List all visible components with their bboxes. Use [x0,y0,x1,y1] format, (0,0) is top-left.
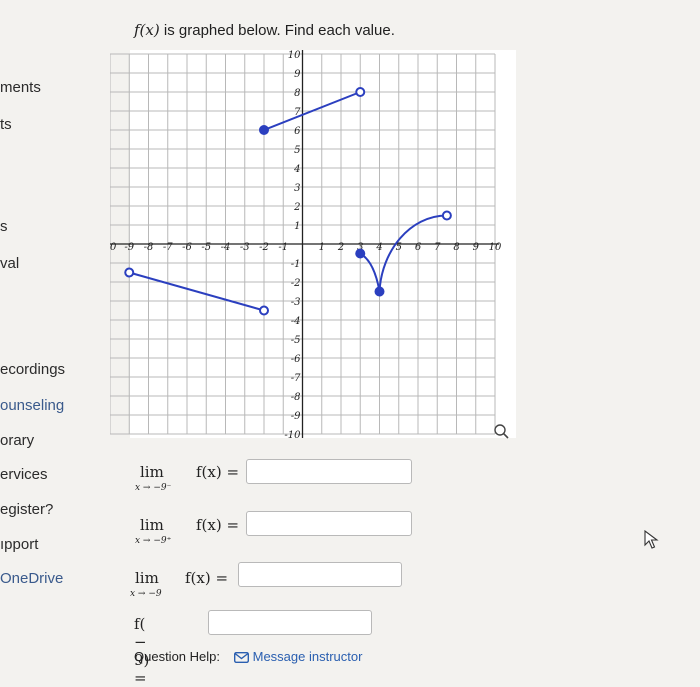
x-tick-label: 6 [415,242,422,253]
x-tick-label: -7 [163,242,173,253]
open-point [259,305,269,316]
help-label: Question Help: [134,649,220,664]
sidebar-item-register[interactable]: egister? [0,501,53,518]
open-point [124,267,135,278]
message-instructor-label: Message instructor [252,649,363,664]
sidebar-item-services[interactable]: ervices [0,466,48,483]
question-panel: f(x) is graphed below. Find each value. … [110,0,700,687]
y-tick-label: -4 [291,316,301,327]
lim-subscript: x → −9⁺ [135,536,172,546]
lim-expression: f(x) = [196,463,240,481]
x-tick-label: -2 [259,242,269,253]
x-tick-label: 7 [434,242,441,253]
y-tick-label: -9 [291,411,301,422]
x-tick-label: 2 [337,242,344,253]
x-tick-label: 1 [319,242,325,253]
x-tick-label: 9 [473,242,480,253]
y-tick-label: 4 [293,164,300,175]
y-tick-label: -10 [284,430,301,441]
sidebar-item-contacts[interactable]: ts [0,116,12,133]
x-tick-label: 10 [110,242,117,253]
y-tick-label: 6 [294,126,301,137]
y-tick-label: 3 [294,183,300,194]
sidebar-item-s[interactable]: s [0,218,8,235]
function-graph: 10-9-8-7-6-5-4-3-2-112345678910 10987654… [110,50,516,441]
y-tick-label: -6 [291,354,301,365]
y-tick-label: -2 [291,278,301,289]
lim-subscript: x → −9⁻ [135,483,172,493]
y-tick-label: -8 [291,392,301,403]
sidebar-item-library[interactable]: orary [0,432,34,449]
sidebar-item-val[interactable]: val [0,255,19,272]
open-point [355,87,366,97]
lim-subscript: x → −9 [130,589,162,599]
sidebar-item-support[interactable]: ıpport [0,536,38,553]
sidebar-item-onedrive[interactable]: OneDrive [0,570,63,587]
x-tick-label: -3 [240,242,250,253]
x-tick-label: -8 [144,242,154,253]
question-help: Question Help: Message instructor [134,649,362,664]
y-tick-label: 10 [288,50,301,61]
closed-point [374,286,385,297]
sidebar-item-recordings[interactable]: ecordings [0,361,65,378]
limit-left-answer-input[interactable] [246,459,412,484]
message-instructor-link[interactable]: Message instructor [233,649,363,664]
y-tick-label: 8 [294,88,300,99]
y-tick-label: -3 [291,297,301,308]
lim-expression: f(x) = [185,569,229,587]
limit-two-sided-answer-input[interactable] [238,562,402,587]
x-tick-label: -5 [201,242,211,253]
y-tick-label: 5 [294,145,300,156]
pointer-cursor-icon [644,530,659,549]
x-tick-label: 4 [375,242,382,253]
x-tick-label: 8 [453,242,459,253]
function-value-answer-input[interactable] [208,610,372,635]
y-tick-label: 2 [293,202,300,213]
sidebar-nav: ments ts s val ecordings ounseling orary… [0,0,110,676]
y-tick-label: -7 [291,373,301,384]
x-tick-label: -1 [278,242,288,253]
x-tick-label: 10 [489,242,502,253]
closed-point [259,125,269,135]
y-tick-label: -5 [291,335,301,346]
closed-point [355,248,366,259]
y-tick-label: 1 [294,221,300,232]
y-tick-label: -1 [291,259,301,270]
lim-word: lim [140,463,164,481]
sidebar-item-counseling[interactable]: ounseling [0,397,64,414]
x-tick-label: -4 [221,242,231,253]
y-tick-label: 9 [294,69,301,80]
lim-expression: f(x) = [196,516,240,534]
envelope-icon [233,651,249,664]
open-point [441,210,452,221]
x-tick-label: -6 [182,242,192,253]
x-tick-label: -9 [124,242,134,253]
limit-right-answer-input[interactable] [246,511,412,536]
lim-word: lim [140,516,164,534]
sidebar-item-assignments[interactable]: ments [0,79,41,96]
lim-word: lim [135,569,159,587]
